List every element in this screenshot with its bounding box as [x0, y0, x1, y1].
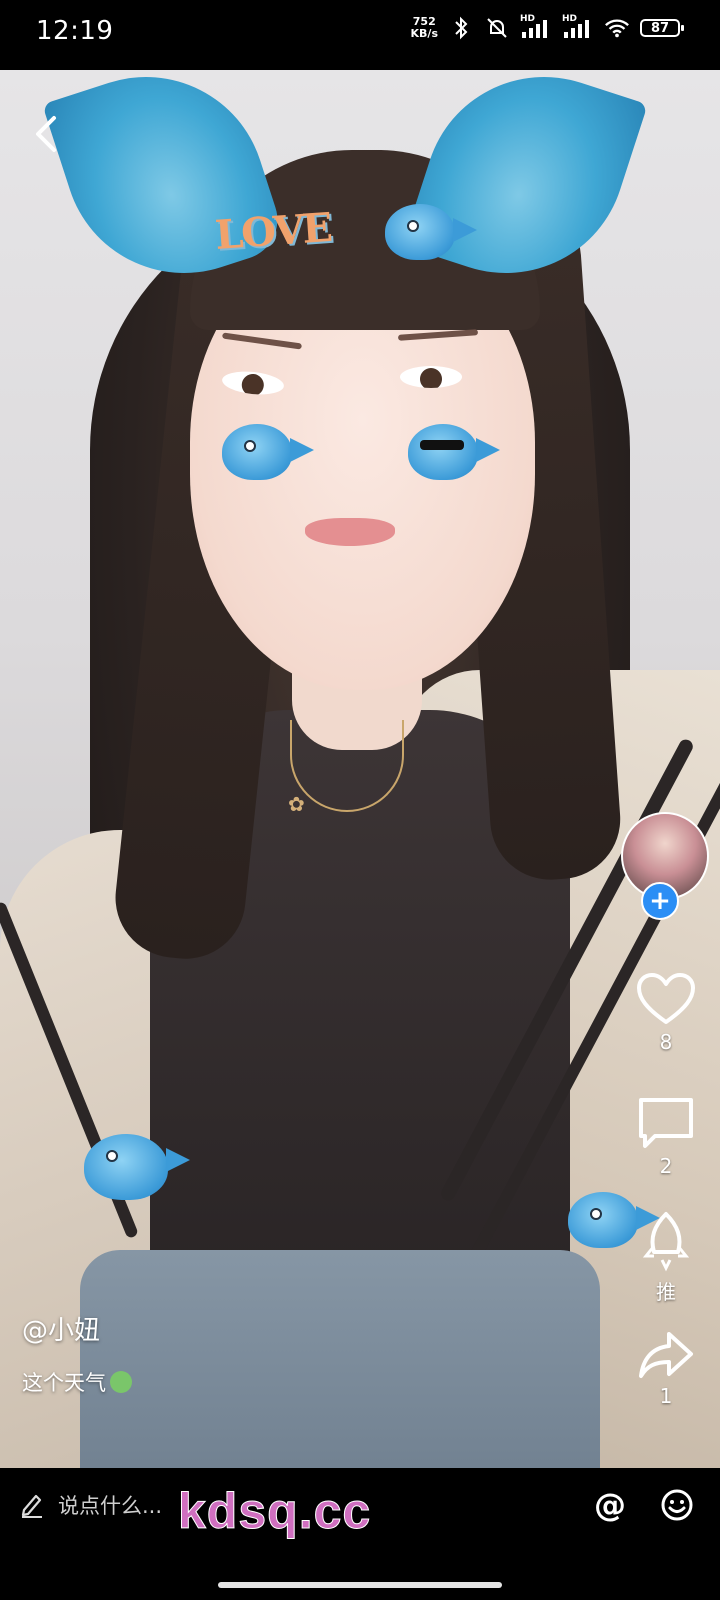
wifi-icon: [604, 14, 630, 42]
share-count: 1: [659, 1384, 673, 1408]
home-indicator[interactable]: [218, 1582, 502, 1588]
watermark-text: kdsq.cc: [177, 1483, 372, 1540]
recommend-label: 推: [656, 1280, 676, 1304]
comment-input[interactable]: 说点什么...: [20, 1490, 162, 1520]
hd-label-1: HD: [520, 14, 536, 24]
comment-icon: [639, 1098, 693, 1148]
recommend-button[interactable]: 推: [626, 1210, 706, 1305]
bluetooth-icon: [448, 14, 474, 42]
video-scene: [305, 518, 395, 546]
like-count: 8: [659, 1030, 673, 1054]
share-button[interactable]: 1: [626, 1330, 706, 1408]
network-speed: 752 KB/s: [411, 16, 438, 40]
video-scene: [400, 366, 462, 388]
back-button[interactable]: [28, 112, 64, 160]
follow-button[interactable]: +: [641, 882, 679, 920]
like-button[interactable]: 8: [626, 972, 706, 1054]
hd-label-2: HD: [562, 14, 578, 24]
comment-placeholder: 说点什么...: [58, 1494, 163, 1518]
whale-sticker: [408, 424, 500, 480]
comment-bar: 说点什么... kdsq.cc @: [0, 1468, 720, 1600]
status-icons: 752 KB/s HD HD 87: [411, 14, 684, 42]
whale-sticker: [84, 1134, 190, 1200]
video-scene: ✿: [288, 792, 305, 816]
love-sticker: LOVE: [213, 204, 333, 259]
video-player[interactable]: ✿ LOVE: [0, 70, 720, 1468]
whale-sticker: [385, 204, 477, 260]
mention-button[interactable]: @: [594, 1486, 626, 1524]
rocket-icon: [642, 1212, 690, 1272]
network-speed-unit: KB/s: [410, 27, 438, 40]
video-scene: [80, 1250, 600, 1468]
plus-icon: +: [649, 886, 671, 916]
comment-button[interactable]: 2: [626, 1096, 706, 1178]
whale-sticker: [222, 424, 314, 480]
status-time: 12:19: [36, 16, 114, 46]
heart-icon: [637, 973, 695, 1024]
status-bar: 12:19 752 KB/s HD HD 87: [0, 0, 720, 70]
comment-count: 2: [659, 1154, 673, 1178]
mute-bell-icon: [484, 14, 510, 42]
signal-2: HD: [562, 14, 594, 40]
emoji-button[interactable]: [660, 1488, 694, 1526]
author-name[interactable]: @小妞: [22, 1310, 132, 1347]
signal-1: HD: [520, 14, 552, 40]
smiley-icon: [661, 1489, 693, 1521]
battery-indicator: 87: [640, 19, 684, 37]
chevron-left-icon: [36, 116, 56, 152]
share-arrow-icon: [639, 1332, 693, 1378]
pencil-icon: [21, 1494, 42, 1518]
